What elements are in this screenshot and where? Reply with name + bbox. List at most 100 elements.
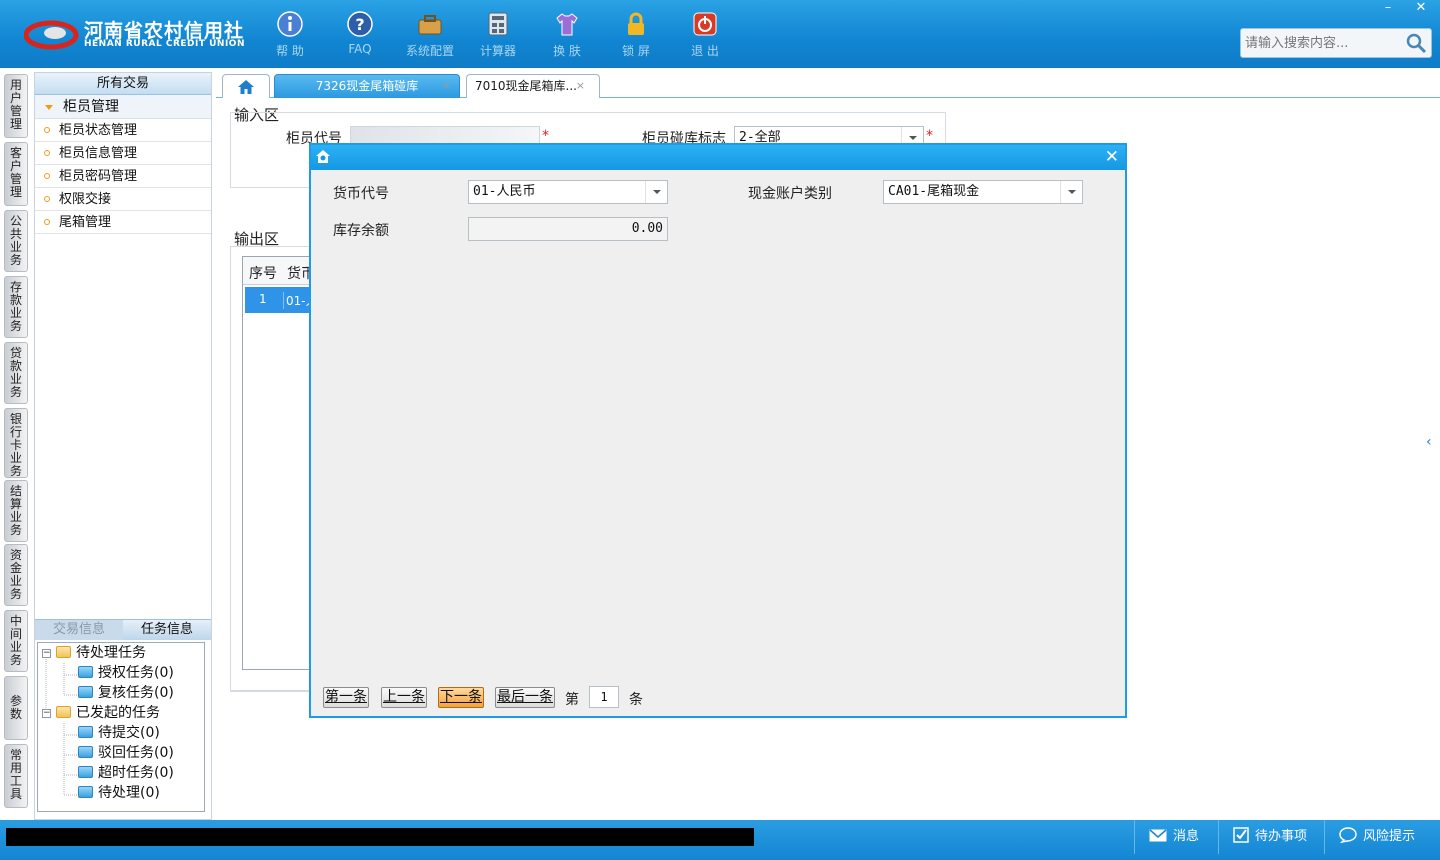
currency-code-select[interactable]: 01-人民币	[468, 180, 668, 204]
chat-bubble-icon	[1339, 827, 1357, 844]
tab-task-info[interactable]: 任务信息	[123, 620, 211, 640]
folder-icon	[78, 726, 93, 738]
dialog-app-icon	[316, 150, 330, 163]
close-tab-icon[interactable]: ×	[442, 75, 451, 97]
record-number-input[interactable]: 1	[589, 686, 619, 708]
tree-label: 超时任务(0)	[98, 765, 174, 781]
tab-7010-cash-box[interactable]: 7010现金尾箱库... ×	[466, 74, 600, 98]
task-panel: 交易信息 任务信息 − 待处理任务 授权任务(0) 复核任务(0) − 已发起的…	[35, 619, 211, 819]
folder-icon	[78, 686, 93, 698]
task-tree: − 待处理任务 授权任务(0) 复核任务(0) − 已发起的任务 待提交(0) …	[37, 642, 205, 812]
tab-public-business[interactable]: 公 共 业 务	[4, 210, 28, 272]
calculator-button[interactable]: 计算器	[466, 8, 530, 62]
minimize-button[interactable]: –	[1372, 0, 1404, 18]
risk-alert-button[interactable]: 风险提示	[1324, 820, 1440, 854]
tree-label: 待提交(0)	[98, 725, 160, 741]
tab-label: 7326现金尾箱碰库	[315, 79, 419, 93]
search-icon[interactable]	[1405, 32, 1427, 54]
close-dialog-button[interactable]: ✕	[1105, 146, 1119, 168]
tab-user-management[interactable]: 用 户 管 理	[4, 74, 28, 138]
lock-icon	[628, 12, 644, 35]
tree-label: 复核任务(0)	[98, 685, 174, 701]
lock-screen-button[interactable]: 锁 屏	[604, 8, 668, 62]
menu-label: 柜员信息管理	[59, 146, 138, 161]
required-marker: *	[542, 128, 549, 144]
cash-account-dialog: ✕ 货币代号 01-人民币 现金账户类别 CA01-尾箱现金 库存余额 0.00…	[309, 143, 1127, 718]
tree-node-to-process[interactable]: 待处理(0)	[78, 783, 160, 803]
power-icon	[693, 12, 717, 36]
tree-node-rejected[interactable]: 驳回任务(0)	[78, 743, 174, 763]
first-record-button[interactable]: 第一条	[323, 687, 369, 708]
required-marker: *	[926, 128, 933, 144]
skin-label: 换 肤	[553, 44, 581, 58]
cash-account-type-select[interactable]: CA01-尾箱现金	[883, 180, 1083, 204]
bullet-icon	[44, 219, 50, 225]
menu-teller-password[interactable]: 柜员密码管理	[35, 165, 211, 188]
tab-intermediary-business[interactable]: 中 间 业 务	[4, 610, 28, 672]
tree-label: 授权任务(0)	[98, 665, 174, 681]
status-bar: 消息 待办事项 风险提示	[0, 820, 1440, 860]
last-record-button[interactable]: 最后一条	[495, 687, 555, 708]
menu-permission-handover[interactable]: 权限交接	[35, 188, 211, 211]
tab-7326-cash-box-check[interactable]: 7326现金尾箱碰库 ×	[274, 74, 460, 98]
logo-icon	[24, 20, 79, 50]
faq-label: FAQ	[348, 42, 372, 56]
tab-bank-card-business[interactable]: 银 行 卡 业 务	[4, 408, 28, 478]
tree-node-review[interactable]: 复核任务(0)	[78, 683, 174, 703]
help-button[interactable]: 帮 助	[258, 8, 322, 62]
expand-panel-handle[interactable]: ‹	[1426, 434, 1436, 454]
tree-node-pending[interactable]: 待处理任务	[56, 643, 146, 663]
tab-transaction-info[interactable]: 交易信息	[35, 620, 123, 640]
faq-button[interactable]: ? FAQ	[328, 8, 392, 62]
tree-node-timeout[interactable]: 超时任务(0)	[78, 763, 174, 783]
todo-button[interactable]: 待办事项	[1218, 820, 1324, 854]
tree-label: 已发起的任务	[76, 705, 160, 721]
tree-node-auth[interactable]: 授权任务(0)	[78, 663, 174, 683]
tab-loan-business[interactable]: 贷 款 业 务	[4, 342, 28, 404]
collapse-toggle[interactable]: −	[42, 709, 51, 718]
tree-label: 驳回任务(0)	[98, 745, 174, 761]
folder-icon	[56, 646, 71, 658]
home-tab[interactable]	[222, 74, 270, 98]
tab-deposit-business[interactable]: 存 款 业 务	[4, 276, 28, 338]
dialog-title-bar: ✕	[311, 145, 1125, 170]
menu-label: 柜员状态管理	[59, 123, 138, 138]
previous-record-button[interactable]: 上一条	[381, 687, 427, 708]
todo-label: 待办事项	[1255, 829, 1308, 844]
lock-screen-label: 锁 屏	[622, 44, 650, 58]
calculator-label: 计算器	[479, 44, 516, 58]
help-label: 帮 助	[276, 44, 304, 58]
tab-common-tools[interactable]: 常 用 工 具	[4, 744, 28, 808]
exit-label: 退 出	[691, 44, 719, 58]
tab-parameters[interactable]: 参 数	[4, 676, 28, 740]
system-config-button[interactable]: 系统配置	[398, 8, 462, 62]
tab-label: 7010现金尾箱库...	[475, 79, 577, 93]
close-window-button[interactable]: ✕	[1405, 0, 1437, 18]
info-icon	[277, 11, 303, 37]
tree-label: 待处理任务	[76, 645, 146, 661]
svg-text:?: ?	[355, 15, 364, 34]
tree-label: 待处理(0)	[98, 785, 160, 801]
risk-alert-label: 风险提示	[1363, 829, 1416, 844]
menu-teller-info[interactable]: 柜员信息管理	[35, 142, 211, 165]
close-tab-icon[interactable]: ×	[576, 75, 585, 97]
chevron-down-icon	[1060, 181, 1082, 203]
bullet-icon	[44, 127, 50, 133]
search-input[interactable]	[1245, 33, 1405, 53]
messages-label: 消息	[1173, 829, 1200, 844]
menu-cash-box[interactable]: 尾箱管理	[35, 211, 211, 234]
skin-button[interactable]: 换 肤	[535, 8, 599, 62]
tab-customer-management[interactable]: 客 户 管 理	[4, 142, 28, 206]
next-record-button[interactable]: 下一条	[438, 687, 484, 708]
tree-node-to-submit[interactable]: 待提交(0)	[78, 723, 160, 743]
system-config-label: 系统配置	[405, 44, 454, 58]
tree-node-initiated[interactable]: 已发起的任务	[56, 703, 160, 723]
exit-button[interactable]: 退 出	[673, 8, 737, 62]
menu-teller-status[interactable]: 柜员状态管理	[35, 119, 211, 142]
folder-icon	[78, 666, 93, 678]
tab-settlement-business[interactable]: 结 算 业 务	[4, 480, 28, 542]
collapse-toggle[interactable]: −	[42, 649, 51, 658]
messages-button[interactable]: 消息	[1134, 820, 1218, 854]
tab-fund-business[interactable]: 资 金 业 务	[4, 544, 28, 606]
group-teller-management[interactable]: 柜员管理	[35, 95, 211, 119]
